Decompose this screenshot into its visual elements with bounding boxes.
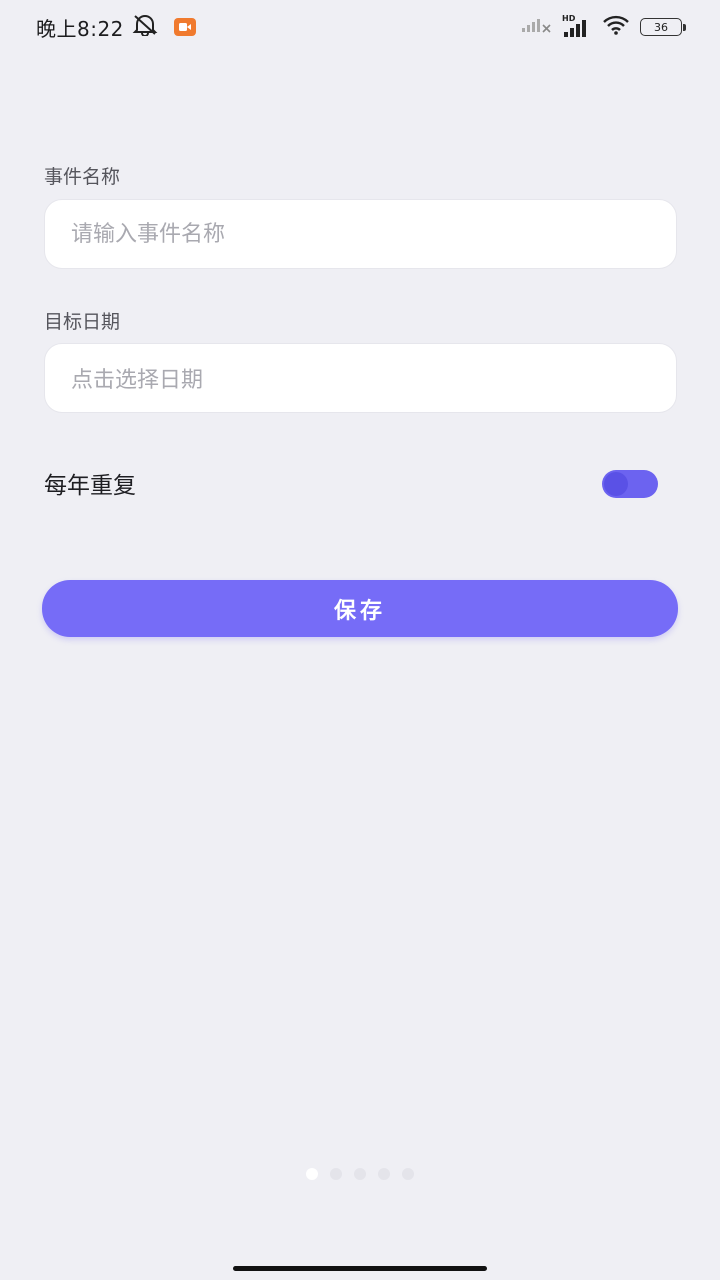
signal-strong-icon: HD	[562, 14, 592, 38]
page-dot-3[interactable]	[354, 1168, 366, 1180]
screen-record-icon	[173, 18, 196, 36]
signal-weak-icon	[522, 17, 552, 37]
page-dot-5[interactable]	[402, 1168, 414, 1180]
battery-level: 36	[654, 20, 668, 34]
save-button[interactable]: 保存	[42, 580, 678, 637]
target-date-picker[interactable]: 点击选择日期	[44, 343, 677, 413]
page-dot-4[interactable]	[378, 1168, 390, 1180]
bell-off-icon	[132, 14, 158, 40]
toggle-knob	[604, 472, 628, 496]
home-indicator[interactable]	[233, 1266, 487, 1271]
target-date-label: 目标日期	[44, 311, 121, 333]
event-name-field[interactable]	[44, 199, 677, 269]
status-bar: 晚上8:22 HD 36	[0, 0, 720, 54]
repeat-yearly-label: 每年重复	[44, 473, 136, 499]
add-event-screen: 晚上8:22 HD 36 事件名称 请输入事件名称 目标日期 点击选择日期 每年…	[0, 0, 720, 1280]
status-left: 晚上8:22	[36, 13, 196, 42]
status-right: HD 36	[522, 14, 686, 39]
battery-icon: 36	[640, 18, 686, 36]
wifi-icon	[602, 15, 630, 39]
target-date-placeholder: 点击选择日期	[71, 368, 204, 393]
repeat-yearly-toggle[interactable]	[602, 470, 658, 498]
page-indicator	[0, 1168, 720, 1180]
event-name-label: 事件名称	[44, 166, 121, 188]
page-dot-1[interactable]	[306, 1168, 318, 1180]
page-dot-2[interactable]	[330, 1168, 342, 1180]
event-name-input[interactable]	[45, 200, 676, 268]
status-time: 晚上8:22	[36, 16, 124, 41]
